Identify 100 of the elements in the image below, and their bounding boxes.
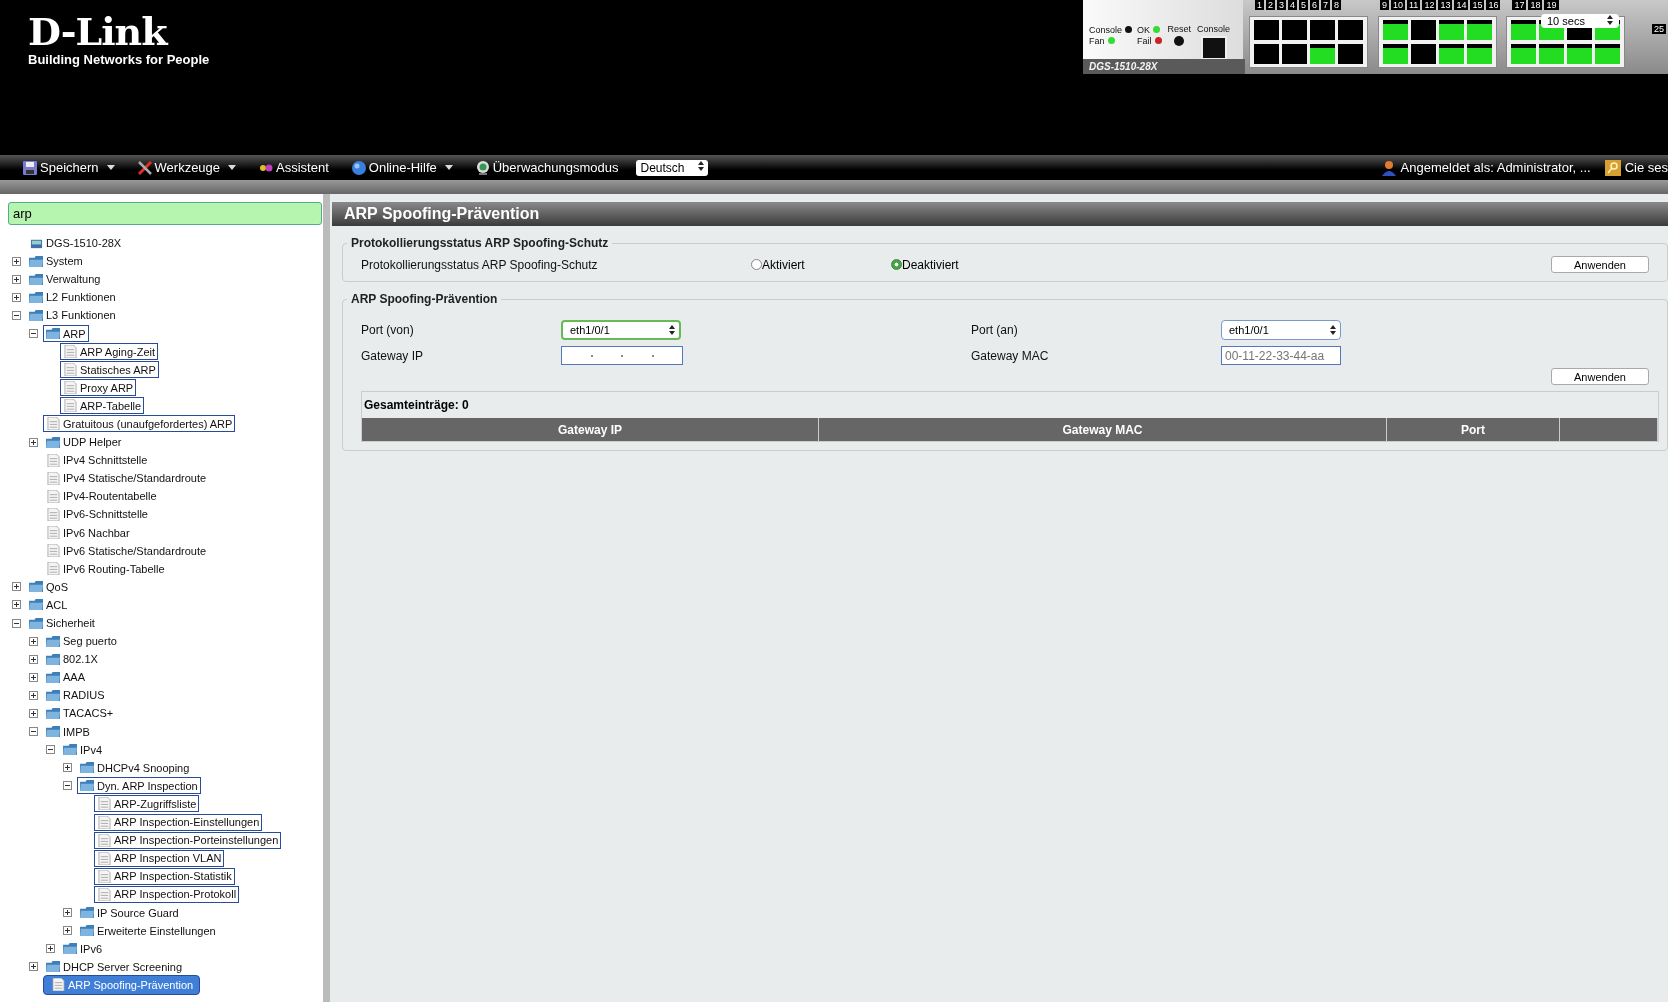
port-number: 18 <box>1528 0 1543 10</box>
expand-icon[interactable] <box>29 672 38 682</box>
tree-item[interactable]: IPv4 <box>60 741 105 759</box>
expand-icon[interactable] <box>29 962 38 972</box>
tree-item[interactable]: IPv6 Statische/Standardroute <box>43 542 210 560</box>
tree-item[interactable]: L3 Funktionen <box>26 306 119 324</box>
tree-item[interactable]: DGS-1510-28X <box>26 234 125 252</box>
expand-icon[interactable] <box>29 709 38 718</box>
collapse-icon[interactable] <box>46 745 55 755</box>
collapse-icon[interactable] <box>29 329 38 338</box>
port-number: 2 <box>1266 0 1276 10</box>
refresh-select[interactable]: 10 secs <box>1541 14 1619 28</box>
session-link[interactable]: Cie ses <box>1624 160 1668 175</box>
radio-option[interactable]: Aktiviert <box>751 257 831 272</box>
key-icon[interactable] <box>1604 159 1621 176</box>
tree-item[interactable]: QoS <box>26 578 71 596</box>
expand-icon[interactable] <box>12 292 21 302</box>
ip-address-field[interactable] <box>561 346 683 365</box>
document-icon <box>63 345 78 359</box>
port-number: 14 <box>1454 0 1469 10</box>
search-field[interactable]: arp <box>8 202 322 225</box>
tree-item[interactable]: Seg puerto <box>43 632 120 650</box>
tree-item[interactable]: IPv4 Statische/Standardroute <box>43 469 210 487</box>
expand-icon[interactable] <box>12 582 21 592</box>
tree-item[interactable]: Verwaltung <box>26 270 104 288</box>
tree-item[interactable]: ARP-Zugriffsliste <box>94 795 200 813</box>
expand-icon[interactable] <box>29 654 38 664</box>
led-label: Console <box>1089 24 1123 35</box>
tree-item[interactable]: ARP Inspection-Einstellungen <box>94 813 263 831</box>
user-icon <box>1380 159 1397 176</box>
port-number: 7 <box>1321 0 1331 10</box>
tree-item[interactable]: IMPB <box>43 723 93 741</box>
tree-item[interactable]: ARP Inspection-Protokoll <box>94 885 240 903</box>
tree-item[interactable]: IPv6 Routing-Tabelle <box>43 560 168 578</box>
collapse-icon[interactable] <box>63 781 72 791</box>
document-icon <box>63 363 78 377</box>
expand-icon[interactable] <box>63 908 72 917</box>
port-select[interactable]: eth1/0/1 <box>561 320 681 340</box>
port-number: 19 <box>1544 0 1559 10</box>
expand-icon[interactable] <box>46 944 55 954</box>
toolbar-menu[interactable]: Online-Hilfe <box>346 159 457 176</box>
mac-address-field[interactable]: 00-11-22-33-44-aa <box>1221 346 1341 365</box>
expand-icon[interactable] <box>12 600 21 610</box>
toolbar-menu[interactable]: Überwachungsmodus <box>470 159 623 176</box>
tree-item[interactable]: Erweiterte Einstellungen <box>77 922 219 940</box>
tree-item[interactable]: IPv6 Nachbar <box>43 524 133 542</box>
tree-item[interactable]: ARP Inspection VLAN <box>94 849 225 867</box>
tree-item[interactable]: Proxy ARP <box>60 379 137 397</box>
collapse-icon[interactable] <box>12 618 21 628</box>
radio-option[interactable]: Deaktiviert <box>891 257 971 272</box>
tree-item[interactable]: ACL <box>26 596 71 614</box>
language-select[interactable]: Deutsch <box>636 159 709 176</box>
expand-icon[interactable] <box>29 636 38 646</box>
tree-item[interactable]: Statisches ARP <box>60 361 159 379</box>
folder-icon <box>29 290 44 304</box>
tree-item[interactable]: ARP-Tabelle <box>60 397 145 415</box>
tree-item[interactable]: AAA <box>43 668 88 686</box>
tree-item[interactable]: Gratuitous (unaufgefordertes) ARP <box>43 415 236 433</box>
tree-item[interactable]: IP Source Guard <box>77 904 182 921</box>
tree-item[interactable]: ARP Spoofing-Prävention <box>43 974 201 995</box>
expand-icon[interactable] <box>63 926 72 936</box>
tree-item[interactable]: System <box>26 252 86 270</box>
collapse-icon[interactable] <box>12 310 21 320</box>
tree-item[interactable]: ARP <box>43 325 89 342</box>
tree-item[interactable]: RADIUS <box>43 686 108 704</box>
tree-item[interactable]: ARP Inspection-Statistik <box>94 867 235 885</box>
toolbar-menu[interactable]: Werkzeuge <box>132 159 241 176</box>
expand-icon[interactable] <box>29 437 38 447</box>
toolbar-menu[interactable]: Speichern <box>18 159 119 176</box>
tree-item[interactable]: DHCP Server Screening <box>43 958 185 976</box>
tree-item[interactable]: L2 Funktionen <box>26 288 119 306</box>
folder-icon <box>29 580 44 594</box>
port-select[interactable]: eth1/0/1 <box>1221 320 1341 340</box>
port-number: 3 <box>1277 0 1287 10</box>
folder-icon <box>29 616 44 630</box>
port-number: 5 <box>1299 0 1309 10</box>
expand-icon[interactable] <box>63 763 72 773</box>
tree-item[interactable]: ARP Aging-Zeit <box>60 343 158 361</box>
apply-button[interactable]: Anwenden <box>1551 256 1649 273</box>
tree-item[interactable]: Dyn. ARP Inspection <box>77 777 201 795</box>
console-port-icon <box>1200 36 1227 60</box>
tree-item[interactable]: IPv6 <box>60 940 105 958</box>
document-icon <box>97 851 112 865</box>
apply-button[interactable]: Anwenden <box>1551 368 1649 385</box>
tree-item[interactable]: UDP Helper <box>43 433 125 451</box>
expand-icon[interactable] <box>12 256 21 266</box>
tree-item[interactable]: Sicherheit <box>26 614 98 632</box>
tree-item[interactable]: ARP Inspection-Porteinstellungen <box>94 831 282 849</box>
tree-item[interactable]: 802.1X <box>43 650 101 668</box>
tree-item[interactable]: DHCPv4 Snooping <box>77 759 193 777</box>
tree-item[interactable]: IPv6-Schnittstelle <box>43 505 151 523</box>
field-label: Protokollierungsstatus ARP Spoofing-Schutz <box>361 257 599 272</box>
collapse-icon[interactable] <box>29 727 38 737</box>
caret-icon <box>106 165 115 170</box>
tree-item[interactable]: IPv4 Schnittstelle <box>43 451 151 469</box>
expand-icon[interactable] <box>12 274 21 284</box>
tree-item[interactable]: IPv4-Routentabelle <box>43 487 160 505</box>
expand-icon[interactable] <box>29 690 38 700</box>
tree-item[interactable]: TACACS+ <box>43 705 117 722</box>
toolbar-menu[interactable]: Assistent <box>254 159 333 176</box>
